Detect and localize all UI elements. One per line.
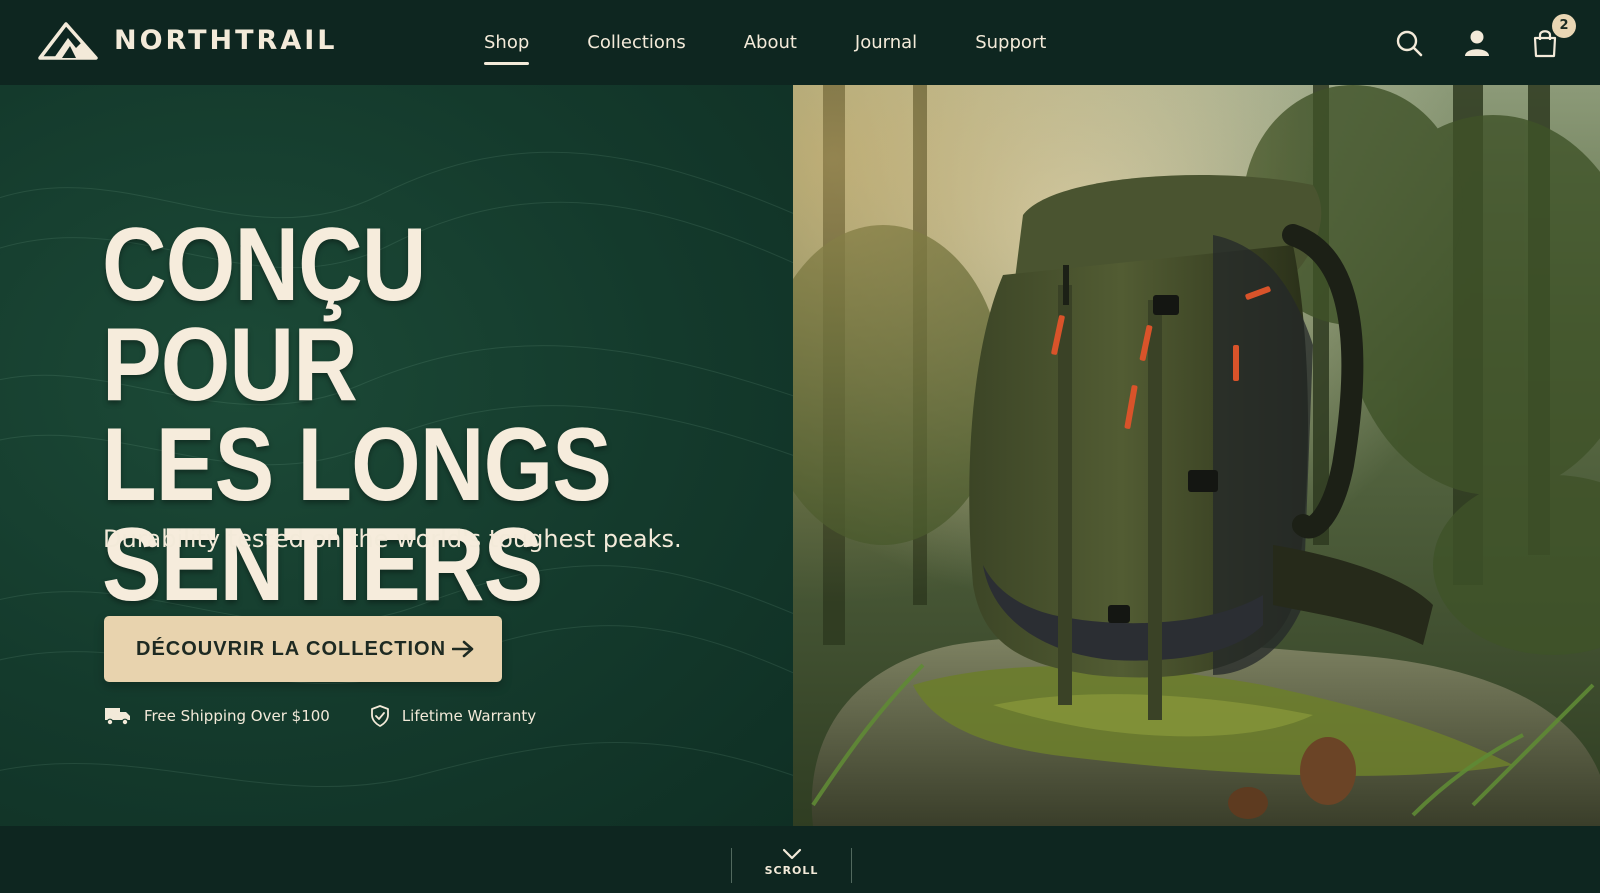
search-icon — [1396, 30, 1423, 56]
scroll-indicator[interactable]: SCROLL — [731, 848, 852, 883]
badge-lifetime-warranty-label: Lifetime Warranty — [401, 707, 537, 725]
user-icon — [1465, 30, 1489, 56]
brand-logo[interactable]: NORTHTRAIL — [38, 20, 338, 60]
mountain-logo-icon — [38, 22, 98, 60]
main-nav: Shop Collections About Journal Support — [484, 0, 1104, 85]
scroll-label: SCROLL — [764, 864, 819, 877]
brand-name: NORTHTRAIL — [114, 24, 338, 56]
hero-product-image — [793, 85, 1600, 826]
cart-button[interactable]: 2 — [1530, 13, 1576, 58]
nav-item-support[interactable]: Support — [975, 24, 1046, 61]
header-actions: 2 — [1394, 0, 1576, 85]
site-header: NORTHTRAIL Shop Collections About Journa… — [0, 0, 1600, 85]
cart-count-badge: 2 — [1552, 13, 1576, 38]
hero-text-panel: CONÇU POUR LES LONGS SENTIERS Durability… — [0, 85, 793, 826]
shield-check-icon — [370, 705, 389, 727]
nav-item-about[interactable]: About — [744, 24, 797, 61]
hero-subheadline: Durability tested on the world's toughes… — [103, 525, 682, 553]
nav-item-shop[interactable]: Shop — [484, 24, 530, 65]
badge-free-shipping: Free Shipping Over $100 — [104, 706, 330, 726]
nav-item-journal[interactable]: Journal — [855, 24, 917, 61]
chevron-down-icon — [782, 848, 801, 860]
headline-line-2: LES LONGS — [102, 407, 612, 523]
discover-collection-button[interactable]: DÉCOUVRIR LA COLLECTION — [104, 616, 502, 682]
account-button[interactable] — [1462, 28, 1492, 58]
headline-line-1: CONÇU POUR — [102, 207, 427, 423]
scroll-strip: SCROLL — [0, 826, 1600, 893]
truck-icon — [105, 708, 130, 726]
hero-headline: CONÇU POUR LES LONGS SENTIERS — [102, 207, 687, 617]
search-button[interactable] — [1394, 28, 1424, 58]
trust-badges: Free Shipping Over $100 Lifetime Warrant… — [104, 705, 536, 727]
badge-lifetime-warranty: Lifetime Warranty — [370, 705, 536, 727]
cta-label: DÉCOUVRIR LA COLLECTION — [136, 637, 447, 660]
nav-item-collections[interactable]: Collections — [587, 24, 685, 61]
backpack-photo — [793, 85, 1600, 826]
arrow-right-icon — [452, 640, 474, 658]
badge-free-shipping-label: Free Shipping Over $100 — [144, 707, 330, 725]
